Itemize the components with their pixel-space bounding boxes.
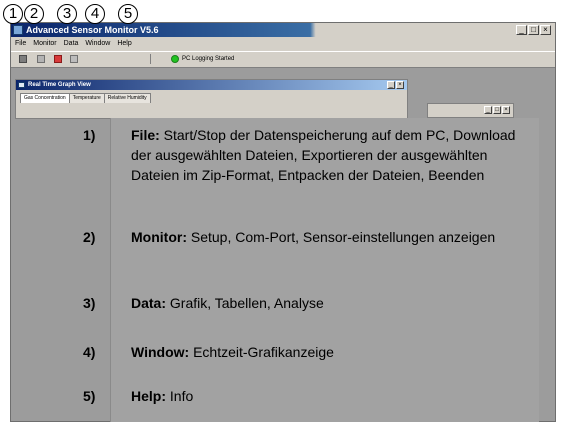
annotation-number: 3) bbox=[83, 295, 96, 311]
menu-window[interactable]: Window bbox=[85, 39, 110, 48]
real-time-graph-window: Real Time Graph View _ × Gas Concentrati… bbox=[15, 79, 408, 119]
title-bar[interactable]: Advanced Sensor Monitor V5.6 _ □ × bbox=[11, 23, 555, 37]
menu-bar: File Monitor Data Window Help bbox=[11, 37, 555, 50]
annotation-label: Monitor: bbox=[131, 229, 187, 245]
bg-minimize-button[interactable]: _ bbox=[484, 106, 492, 114]
background-window: _ □ × bbox=[427, 103, 514, 118]
menu-data[interactable]: Data bbox=[64, 39, 79, 48]
bg-close-button[interactable]: × bbox=[502, 106, 510, 114]
graph-close-button[interactable]: × bbox=[396, 81, 404, 89]
toolbar-separator bbox=[150, 54, 151, 64]
annotation-text: Info bbox=[166, 388, 194, 404]
logging-status-led-icon bbox=[171, 55, 179, 63]
callout-3: 3 bbox=[57, 4, 77, 24]
toolbar: PC Logging Started bbox=[11, 51, 555, 68]
bg-maximize-button[interactable]: □ bbox=[493, 106, 501, 114]
tab-gas-concentration[interactable]: Gas Concentration bbox=[20, 93, 70, 103]
graph-minimize-button[interactable]: _ bbox=[387, 81, 395, 89]
annotation-panel: 1) File: Start/Stop der Datenspeicherung… bbox=[83, 118, 539, 422]
annotation-text: Grafik, Tabellen, Analyse bbox=[166, 295, 324, 311]
annotation-number: 5) bbox=[83, 388, 96, 404]
logging-status-text: PC Logging Started bbox=[182, 56, 235, 62]
callout-5: 5 bbox=[118, 4, 138, 24]
annotation-number: 1) bbox=[83, 127, 96, 143]
graph-window-icon bbox=[18, 82, 25, 88]
minimize-button[interactable]: _ bbox=[516, 25, 527, 35]
close-button[interactable]: × bbox=[540, 25, 551, 35]
maximize-button[interactable]: □ bbox=[528, 25, 539, 35]
stop-logging-icon[interactable] bbox=[54, 55, 62, 63]
annotation-label: Window: bbox=[131, 344, 190, 360]
table-icon[interactable] bbox=[70, 55, 78, 63]
graph-window-title-bar[interactable]: Real Time Graph View _ × bbox=[16, 80, 407, 90]
annotation-number: 4) bbox=[83, 344, 96, 360]
annotation-text: Echtzeit-Grafikanzeige bbox=[189, 344, 334, 360]
annotation-label: File: bbox=[131, 127, 160, 143]
annotation-text: Setup, Com-Port, Sensor-einstellungen an… bbox=[186, 229, 496, 245]
window-title: Advanced Sensor Monitor V5.6 bbox=[26, 25, 159, 35]
annotation-text: Start/Stop der Datenspeicherung auf dem … bbox=[131, 127, 516, 183]
menu-help[interactable]: Help bbox=[117, 39, 131, 48]
tab-temperature[interactable]: Temperature bbox=[68, 93, 105, 103]
tab-relative-humidity[interactable]: Relative Humidity bbox=[103, 93, 151, 103]
menu-monitor[interactable]: Monitor bbox=[33, 39, 56, 48]
print-icon[interactable] bbox=[19, 55, 27, 63]
callout-1: 1 bbox=[3, 4, 23, 24]
annotation-label: Help: bbox=[131, 388, 166, 404]
menu-file[interactable]: File bbox=[15, 39, 26, 48]
annotation-label: Data: bbox=[131, 295, 167, 311]
callout-2: 2 bbox=[24, 4, 44, 24]
chart-icon[interactable] bbox=[37, 55, 45, 63]
graph-window-title: Real Time Graph View bbox=[28, 82, 91, 88]
callout-4: 4 bbox=[85, 4, 105, 24]
app-icon bbox=[13, 25, 23, 35]
annotation-number: 2) bbox=[83, 229, 96, 245]
graph-tabs: Gas Concentration Temperature Relative H… bbox=[20, 93, 151, 103]
